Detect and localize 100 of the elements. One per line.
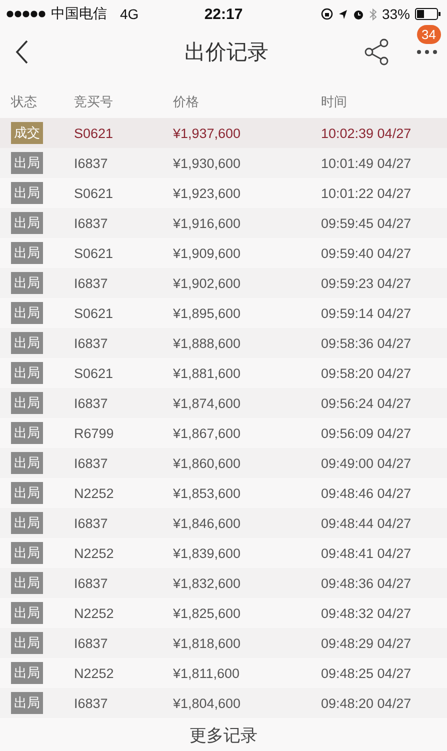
column-header: 价格 (173, 93, 200, 111)
bid-price: ¥1,930,600 (173, 156, 242, 170)
bidder-number: N2252 (74, 546, 115, 560)
bidder-number: N2252 (74, 606, 115, 620)
bid-time: 09:49:00 04/27 (321, 456, 412, 470)
bidder-number: I6837 (74, 276, 109, 290)
status-tag: 出局 (11, 632, 43, 654)
bidder-number: N2252 (74, 486, 115, 500)
status-tag: 出局 (11, 602, 43, 624)
page-title: 出价记录 (184, 40, 270, 66)
bid-price: ¥1,839,600 (173, 546, 242, 560)
status-tag: 出局 (11, 212, 43, 234)
bidder-number: I6837 (74, 216, 109, 230)
bid-time: 10:01:49 04/27 (321, 156, 412, 170)
status-tag: 出局 (11, 662, 43, 684)
notification-badge: 34 (416, 25, 441, 44)
bluetooth-icon (368, 8, 377, 20)
bidder-number: I6837 (74, 156, 109, 170)
bid-price: ¥1,846,600 (173, 516, 242, 530)
bid-price: ¥1,895,600 (173, 306, 242, 320)
bid-price: ¥1,874,600 (173, 396, 242, 410)
battery-icon (415, 8, 441, 20)
status-tag: 出局 (11, 152, 43, 174)
status-tag: 出局 (11, 242, 43, 264)
bid-time: 09:58:20 04/27 (321, 366, 412, 380)
bid-price: ¥1,909,600 (173, 246, 242, 260)
status-tag: 出局 (11, 302, 43, 324)
bidder-number: S0621 (74, 366, 114, 380)
column-header: 竞买号 (74, 93, 114, 111)
bidder-number: I6837 (74, 396, 109, 410)
bid-time: 09:48:41 04/27 (321, 546, 412, 560)
bid-price: ¥1,825,600 (173, 606, 242, 620)
lock-rotation-icon (320, 8, 333, 20)
bid-price: ¥1,853,600 (173, 486, 242, 500)
status-tag: 出局 (11, 572, 43, 594)
bid-price: ¥1,867,600 (173, 426, 242, 440)
bid-price: ¥1,888,600 (173, 336, 242, 350)
status-tag: 出局 (11, 692, 43, 714)
status-tag: 出局 (11, 332, 43, 354)
bidder-number: I6837 (74, 336, 109, 350)
bid-time: 09:59:45 04/27 (321, 216, 412, 230)
bid-time: 09:56:09 04/27 (321, 426, 412, 440)
bidder-number: I6837 (74, 696, 109, 710)
bidder-number: I6837 (74, 576, 109, 590)
bid-price: ¥1,881,600 (173, 366, 242, 380)
bid-price: ¥1,804,600 (173, 696, 242, 710)
carrier-name: 中国电信 (51, 5, 107, 23)
bid-time: 09:48:32 04/27 (321, 606, 412, 620)
bid-price: ¥1,937,600 (173, 126, 242, 140)
bid-time: 10:02:39 04/27 (321, 126, 412, 140)
bidder-number: R6799 (74, 426, 115, 440)
bid-price: ¥1,811,600 (173, 666, 241, 680)
location-arrow-icon (338, 8, 348, 20)
bid-price: ¥1,832,600 (173, 576, 242, 590)
bid-time: 09:59:23 04/27 (321, 276, 412, 290)
back-button[interactable] (14, 39, 30, 65)
bid-time: 10:01:22 04/27 (321, 186, 412, 200)
column-header: 时间 (321, 93, 347, 111)
clock-time: 22:17 (204, 6, 243, 22)
status-tag: 出局 (11, 272, 43, 294)
bidder-number: S0621 (74, 186, 114, 200)
more-menu-button[interactable] (415, 47, 439, 57)
bid-time: 09:59:40 04/27 (321, 246, 412, 260)
network-type: 4G (120, 6, 139, 22)
status-tag: 出局 (11, 482, 43, 504)
bid-time: 09:58:36 04/27 (321, 336, 412, 350)
bidder-number: S0621 (74, 306, 114, 320)
status-tag: 出局 (11, 392, 43, 414)
bid-time: 09:48:29 04/27 (321, 636, 412, 650)
bid-time: 09:48:44 04/27 (321, 516, 412, 530)
column-header: 状态 (10, 93, 38, 111)
status-tag: 出局 (11, 362, 43, 384)
bidder-number: N2252 (74, 666, 115, 680)
status-tag: 成交 (11, 122, 43, 144)
bid-price: ¥1,860,600 (173, 456, 242, 470)
bid-time: 09:48:46 04/27 (321, 486, 412, 500)
bidder-number: I6837 (74, 456, 109, 470)
bid-price: ¥1,818,600 (173, 636, 242, 650)
status-tag: 出局 (11, 422, 43, 444)
alarm-clock-icon (352, 8, 364, 20)
bid-price: ¥1,902,600 (173, 276, 242, 290)
bidder-number: S0621 (74, 246, 114, 260)
bidder-number: I6837 (74, 516, 109, 530)
bid-time: 09:48:20 04/27 (321, 696, 412, 710)
battery-percentage: 33% (382, 6, 410, 22)
signal-icon (6, 10, 46, 18)
status-tag: 出局 (11, 182, 43, 204)
bid-time: 09:56:24 04/27 (321, 396, 412, 410)
bid-time: 09:59:14 04/27 (321, 306, 412, 320)
bid-price: ¥1,916,600 (173, 216, 242, 230)
bid-time: 09:48:25 04/27 (321, 666, 412, 680)
bidder-number: S0621 (74, 126, 114, 140)
bid-time: 09:48:36 04/27 (321, 576, 412, 590)
bid-price: ¥1,923,600 (173, 186, 242, 200)
more-records-link[interactable]: 更多记录 (190, 724, 258, 746)
share-button[interactable] (363, 37, 391, 67)
bidder-number: I6837 (74, 636, 109, 650)
status-tag: 出局 (11, 452, 43, 474)
status-tag: 出局 (11, 512, 43, 534)
status-tag: 出局 (11, 542, 43, 564)
